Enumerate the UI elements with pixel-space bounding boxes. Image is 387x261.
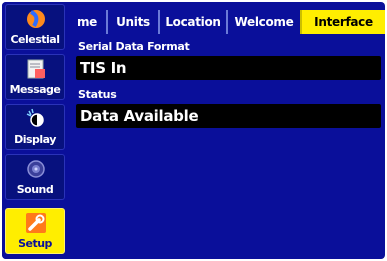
tab-welcome[interactable]: Welcome (226, 10, 300, 34)
tab-interface[interactable]: Interface (300, 10, 385, 34)
tab-units[interactable]: Units (106, 10, 158, 34)
serial-data-format-label: Serial Data Format (78, 40, 190, 53)
serial-data-format-field[interactable]: TIS In (76, 56, 381, 80)
message-icon (27, 59, 45, 79)
sound-icon (27, 160, 45, 178)
interface-panel: Serial Data Format TIS In Status Data Av… (68, 34, 385, 259)
sidebar-item-label: Celestial (10, 33, 60, 46)
sidebar-item-label: Sound (16, 183, 54, 196)
sidebar-item-label: Setup (18, 237, 52, 250)
setup-wrench-icon (26, 213, 46, 233)
status-label: Status (78, 88, 117, 101)
sidebar: Celestial Message Display Sound Setup (2, 2, 68, 259)
sidebar-item-label: Display (14, 133, 56, 146)
sidebar-item-message[interactable]: Message (5, 54, 65, 100)
sidebar-item-display[interactable]: Display (5, 104, 65, 150)
display-icon (26, 108, 44, 127)
sidebar-item-celestial[interactable]: Celestial (5, 4, 65, 50)
celestial-icon (27, 10, 45, 28)
sidebar-item-label: Message (9, 83, 61, 96)
status-field: Data Available (76, 104, 381, 128)
tab-bar: me Units Location Welcome Interface (68, 10, 385, 34)
sidebar-item-setup[interactable]: Setup (5, 208, 65, 254)
tab-time[interactable]: me (68, 10, 106, 34)
sidebar-item-sound[interactable]: Sound (5, 154, 65, 200)
tab-location[interactable]: Location (158, 10, 226, 34)
setup-screen: Celestial Message Display Sound Setup me… (2, 2, 385, 259)
